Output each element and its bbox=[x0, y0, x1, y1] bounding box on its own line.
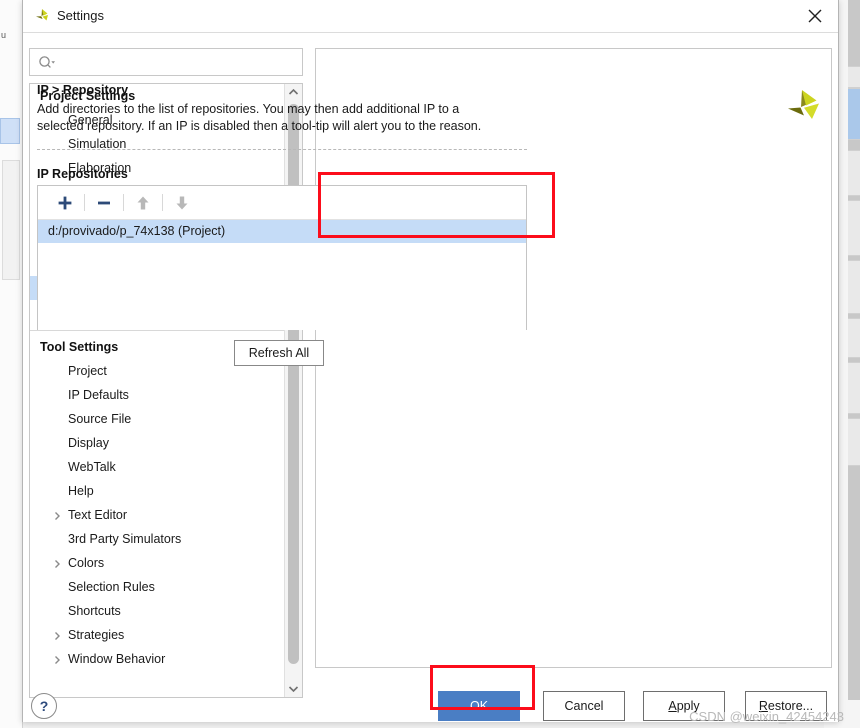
sidebar-item-colors[interactable]: Colors bbox=[30, 551, 284, 575]
toolbar-divider bbox=[84, 194, 85, 211]
background-right-row bbox=[848, 260, 860, 314]
background-left-label: u bbox=[1, 30, 7, 40]
sidebar-item-window-behavior[interactable]: Window Behavior bbox=[30, 647, 284, 671]
sidebar-item-label: IP Defaults bbox=[68, 388, 129, 402]
sidebar-item-label: Strategies bbox=[68, 628, 125, 642]
settings-dialog: Settings Project Settings General Simulati… bbox=[22, 0, 839, 722]
sidebar-item-selection-rules[interactable]: Selection Rules bbox=[30, 575, 284, 599]
vivado-logo-icon bbox=[33, 7, 51, 25]
move-down-button[interactable] bbox=[167, 190, 197, 216]
chevron-right-icon[interactable] bbox=[52, 558, 62, 568]
dialog-title: Settings bbox=[57, 8, 104, 23]
dialog-body: Project Settings General Simulation Elabora… bbox=[23, 33, 838, 722]
background-right-row bbox=[848, 150, 860, 196]
sidebar-item-label: Window Behavior bbox=[68, 652, 166, 666]
page-title: IP > Repository bbox=[37, 83, 129, 97]
sidebar-item-strategies[interactable]: Strategies bbox=[30, 623, 284, 647]
page-description: Add directories to the list of repositor… bbox=[37, 102, 482, 133]
ip-repositories-toolbar bbox=[38, 186, 526, 220]
search-input[interactable] bbox=[60, 49, 302, 77]
repository-row[interactable]: d:/provivado/p_74x138 (Project) bbox=[38, 220, 526, 243]
vivado-logo-icon bbox=[782, 85, 824, 127]
background-right-row-selected bbox=[848, 88, 860, 140]
add-repository-button[interactable] bbox=[50, 190, 80, 216]
sidebar-item-webtalk[interactable]: WebTalk bbox=[30, 455, 284, 479]
cancel-button[interactable]: Cancel bbox=[543, 691, 625, 721]
chevron-right-icon[interactable] bbox=[52, 510, 62, 520]
ip-repositories-label: IP Repositories bbox=[37, 167, 128, 181]
help-button[interactable]: ? bbox=[31, 693, 57, 719]
sidebar-item-label: Text Editor bbox=[68, 508, 128, 522]
scroll-up-icon[interactable] bbox=[285, 84, 302, 100]
ip-repositories-box: d:/provivado/p_74x138 (Project) bbox=[37, 185, 527, 330]
background-right-row bbox=[848, 200, 860, 256]
background-right-row bbox=[848, 318, 860, 358]
ip-repositories-list[interactable]: d:/provivado/p_74x138 (Project) bbox=[38, 220, 526, 330]
background-left-panel bbox=[0, 0, 23, 728]
sidebar-item-display[interactable]: Display bbox=[30, 431, 284, 455]
background-right-row bbox=[848, 362, 860, 414]
remove-repository-button[interactable] bbox=[89, 190, 119, 216]
toolbar-divider bbox=[123, 194, 124, 211]
search-box[interactable] bbox=[29, 48, 303, 77]
sidebar-item-ip-defaults[interactable]: IP Defaults bbox=[30, 383, 284, 407]
sidebar-item-label: Project bbox=[68, 364, 107, 378]
sidebar-item-label: Shortcuts bbox=[68, 604, 121, 618]
sidebar-item-label: 3rd Party Simulators bbox=[68, 532, 182, 546]
content-panel bbox=[315, 48, 832, 668]
sidebar-item-shortcuts[interactable]: Shortcuts bbox=[30, 599, 284, 623]
sidebar-item-label: Colors bbox=[68, 556, 105, 570]
ok-button[interactable]: OK bbox=[438, 691, 520, 721]
sidebar-item-simulation[interactable]: Simulation bbox=[30, 132, 284, 156]
tree-scrollbar[interactable] bbox=[284, 84, 302, 697]
chevron-right-icon[interactable] bbox=[52, 654, 62, 664]
move-up-button[interactable] bbox=[128, 190, 158, 216]
sidebar-item-label: Source File bbox=[68, 412, 132, 426]
tree-group-divider bbox=[30, 330, 284, 331]
sidebar-item-3rd-party-simulators[interactable]: 3rd Party Simulators bbox=[30, 527, 284, 551]
sidebar-item-label: Help bbox=[68, 484, 94, 498]
sidebar-item-label: Selection Rules bbox=[68, 580, 155, 594]
header-divider bbox=[37, 149, 527, 150]
search-icon bbox=[38, 55, 56, 71]
watermark: CSDN @weixin_42454243 bbox=[689, 709, 844, 724]
sidebar-item-text-editor[interactable]: Text Editor bbox=[30, 503, 284, 527]
sidebar-item-help[interactable]: Help bbox=[30, 479, 284, 503]
sidebar-item-label: WebTalk bbox=[68, 460, 116, 474]
close-icon[interactable] bbox=[792, 0, 838, 31]
background-left-selected-item bbox=[0, 118, 20, 144]
background-right-row bbox=[848, 66, 860, 88]
refresh-all-button[interactable]: Refresh All bbox=[234, 340, 324, 366]
background-left-sub-panel bbox=[2, 160, 20, 280]
background-right-row bbox=[848, 418, 860, 466]
sidebar-item-source-file[interactable]: Source File bbox=[30, 407, 284, 431]
chevron-right-icon[interactable] bbox=[52, 630, 62, 640]
scroll-down-icon[interactable] bbox=[285, 681, 302, 697]
apply-mnemonic: A bbox=[668, 699, 677, 713]
toolbar-divider bbox=[162, 194, 163, 211]
sidebar-item-label: Display bbox=[68, 436, 109, 450]
dialog-titlebar: Settings bbox=[23, 0, 838, 33]
